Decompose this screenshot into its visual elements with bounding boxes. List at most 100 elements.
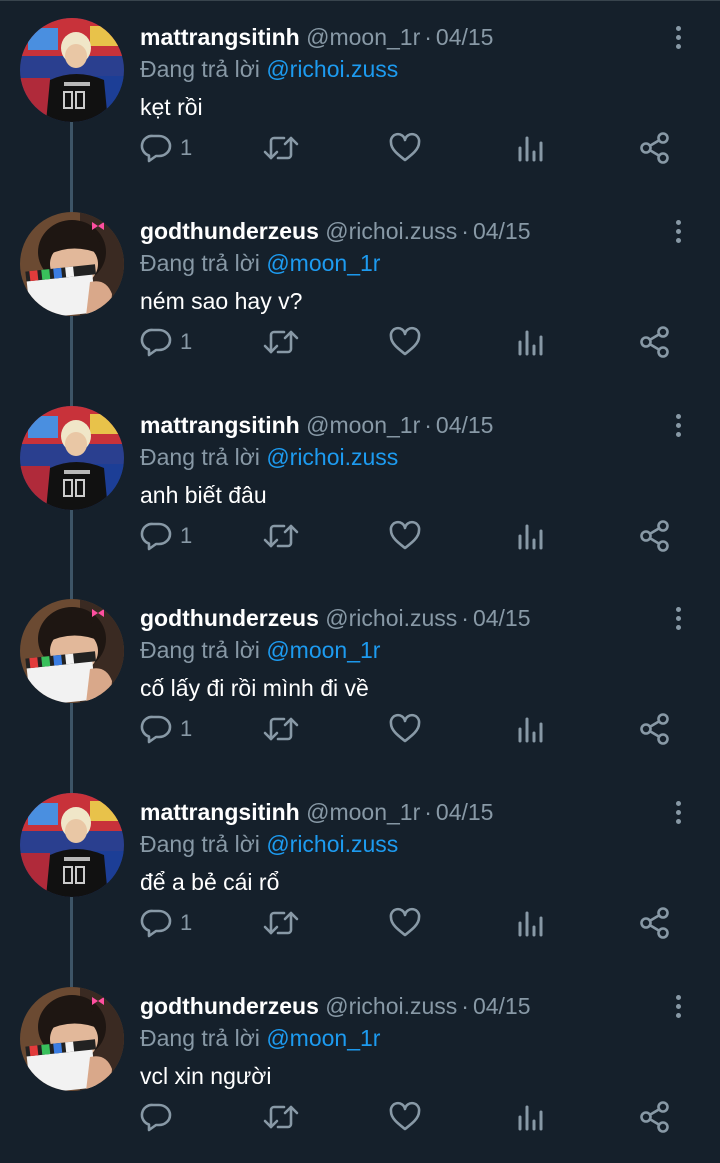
username-handle[interactable]: @moon_1r (306, 412, 420, 438)
more-vertical-icon (675, 800, 681, 806)
retweet-button[interactable] (262, 905, 300, 941)
retweet-icon (263, 330, 299, 354)
like-button[interactable] (388, 1099, 422, 1135)
share-button[interactable] (638, 324, 672, 360)
share-button[interactable] (638, 905, 672, 941)
reply-button[interactable]: 1 (140, 130, 192, 166)
like-button[interactable] (388, 130, 422, 166)
clapper-avatar[interactable] (20, 599, 124, 703)
retweet-icon (263, 136, 299, 160)
retweet-icon (263, 524, 299, 548)
more-vertical-icon-dot (675, 624, 681, 630)
more-vertical-icon (675, 606, 681, 612)
like-button[interactable] (388, 711, 422, 747)
username-handle[interactable]: @richoi.zuss (325, 993, 457, 1019)
more-vertical-icon-dot (675, 228, 681, 234)
analytics-icon (518, 717, 543, 743)
reply-mention-link[interactable]: @richoi.zuss (266, 56, 398, 82)
tweet-actions: 1 (0, 518, 720, 554)
reply-mention-link[interactable]: @moon_1r (266, 1025, 380, 1051)
retweet-icon (263, 717, 299, 741)
username-handle[interactable]: @richoi.zuss (325, 605, 457, 631)
reply-count: 1 (180, 135, 193, 160)
reply-count: 1 (180, 910, 193, 935)
analytics-button[interactable] (516, 518, 546, 554)
reply-button[interactable]: 1 (140, 518, 192, 554)
analytics-button[interactable] (516, 711, 546, 747)
analytics-button[interactable] (516, 324, 546, 360)
reply-icon (140, 328, 172, 357)
clapper-avatar[interactable] (20, 987, 124, 1091)
tweet-date[interactable]: 04/15 (473, 218, 531, 244)
jersey-avatar[interactable] (20, 18, 124, 122)
jersey-avatar[interactable] (20, 793, 124, 897)
like-button[interactable] (388, 324, 422, 360)
more-options-button[interactable] (664, 410, 692, 440)
tweet-5[interactable]: mattrangsitinh @moon_1r · 04/15 Đang trả l… (0, 775, 720, 969)
like-button[interactable] (388, 905, 422, 941)
tweet-date[interactable]: 04/15 (436, 799, 494, 825)
analytics-button[interactable] (516, 1099, 546, 1135)
jersey-avatar[interactable] (20, 406, 124, 510)
tweet-header: godthunderzeus @richoi.zuss · 04/15 (140, 991, 531, 1021)
retweet-button[interactable] (262, 1099, 300, 1135)
display-name[interactable]: mattrangsitinh (140, 24, 300, 50)
tweet-6[interactable]: godthunderzeus @richoi.zuss · 04/15 Đang t… (0, 969, 720, 1163)
display-name[interactable]: godthunderzeus (140, 605, 319, 631)
more-options-button[interactable] (664, 797, 692, 827)
reply-mention-link[interactable]: @richoi.zuss (266, 831, 398, 857)
more-options-button[interactable] (664, 991, 692, 1021)
reply-button[interactable]: 1 (140, 711, 192, 747)
reply-button[interactable]: 1 (140, 324, 192, 360)
tweet-date[interactable]: 04/15 (473, 605, 531, 631)
analytics-button[interactable] (516, 130, 546, 166)
more-vertical-icon-dot (675, 422, 681, 428)
clapper-avatar[interactable] (20, 212, 124, 316)
retweet-button[interactable] (262, 711, 300, 747)
share-icon (640, 326, 669, 358)
reply-mention-link[interactable]: @moon_1r (266, 250, 380, 276)
tweet-date[interactable]: 04/15 (436, 24, 494, 50)
tweet-1[interactable]: mattrangsitinh @moon_1r · 04/15 Đang trả l… (0, 0, 720, 194)
retweet-button[interactable] (262, 130, 300, 166)
tweet-actions: 1 (0, 130, 720, 166)
username-handle[interactable]: @moon_1r (306, 24, 420, 50)
reply-button[interactable]: 1 (140, 905, 192, 941)
replying-to: Đang trả lời @moon_1r (140, 248, 380, 278)
tweet-2[interactable]: godthunderzeus @richoi.zuss · 04/15 Đang t… (0, 194, 720, 388)
more-vertical-icon (675, 25, 681, 31)
heart-icon (389, 1101, 421, 1131)
share-button[interactable] (638, 1099, 672, 1135)
more-vertical-icon (675, 413, 681, 419)
share-button[interactable] (638, 711, 672, 747)
share-button[interactable] (638, 518, 672, 554)
more-options-button[interactable] (664, 216, 692, 246)
tweet-text: anh biết đâu (140, 482, 267, 508)
username-handle[interactable]: @moon_1r (306, 799, 420, 825)
reply-mention-link[interactable]: @richoi.zuss (266, 444, 398, 470)
more-options-button[interactable] (664, 22, 692, 52)
retweet-button[interactable] (262, 324, 300, 360)
tweet-date[interactable]: 04/15 (473, 993, 531, 1019)
tweet-header: godthunderzeus @richoi.zuss · 04/15 (140, 603, 531, 633)
replying-to-label: Đang trả lời (140, 1025, 260, 1051)
display-name[interactable]: godthunderzeus (140, 218, 319, 244)
replying-to-label: Đang trả lời (140, 831, 260, 857)
tweet-4[interactable]: godthunderzeus @richoi.zuss · 04/15 Đang t… (0, 581, 720, 775)
share-button[interactable] (638, 130, 672, 166)
reply-button[interactable] (140, 1099, 180, 1135)
tweet-date[interactable]: 04/15 (436, 412, 494, 438)
display-name[interactable]: godthunderzeus (140, 993, 319, 1019)
analytics-button[interactable] (516, 905, 546, 941)
reply-mention-link[interactable]: @moon_1r (266, 637, 380, 663)
retweet-button[interactable] (262, 518, 300, 554)
more-vertical-icon-dot (675, 809, 681, 815)
more-options-button[interactable] (664, 603, 692, 633)
more-vertical-icon-dot (675, 818, 681, 824)
like-button[interactable] (388, 518, 422, 554)
display-name[interactable]: mattrangsitinh (140, 799, 300, 825)
display-name[interactable]: mattrangsitinh (140, 412, 300, 438)
username-handle[interactable]: @richoi.zuss (325, 218, 457, 244)
tweet-3[interactable]: mattrangsitinh @moon_1r · 04/15 Đang trả l… (0, 388, 720, 582)
share-icon (640, 907, 669, 939)
